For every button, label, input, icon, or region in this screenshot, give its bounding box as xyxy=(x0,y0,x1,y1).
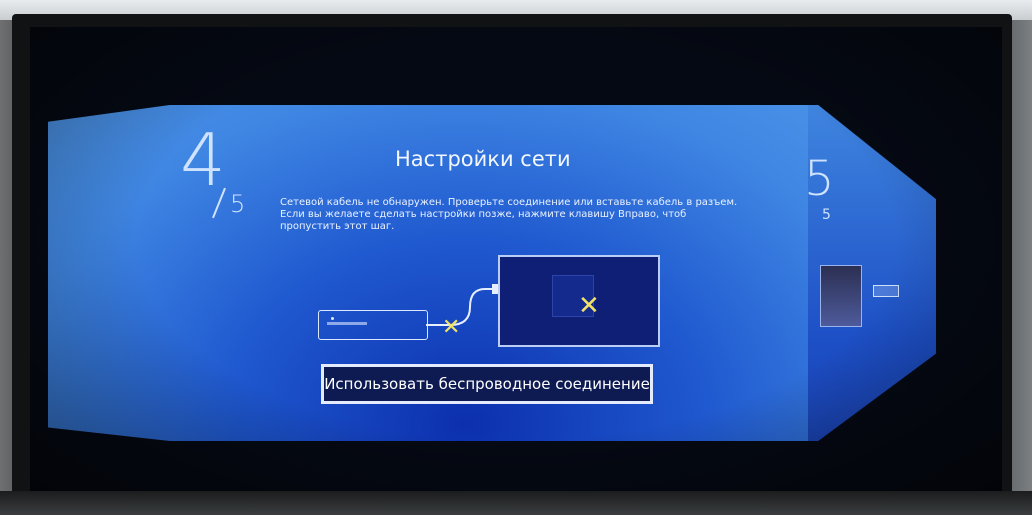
next-step-total: 5 xyxy=(822,207,831,223)
use-wireless-button[interactable]: Использовать беспроводное соединение xyxy=(321,364,653,404)
next-step-control xyxy=(873,285,899,297)
next-step-current: 5 xyxy=(804,151,835,207)
tv-screen: 4 5 Настройки сети Сетевой кабель не обн… xyxy=(30,27,1002,497)
tv-stand-shadow xyxy=(0,491,1032,515)
x-icon: ✕ xyxy=(578,291,600,321)
x-icon: ✕ xyxy=(442,315,461,340)
next-step-thumbnail xyxy=(820,265,862,327)
